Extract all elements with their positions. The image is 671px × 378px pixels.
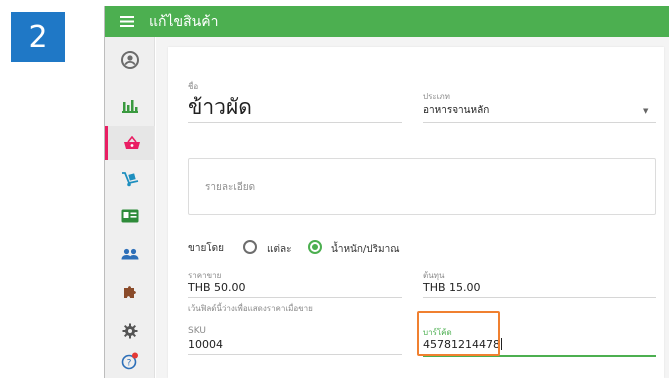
sku-label: SKU (188, 326, 206, 336)
cost-underline (423, 297, 656, 298)
description-field[interactable]: รายละเอียด (188, 158, 656, 215)
id-card-icon (121, 209, 139, 223)
chevron-down-icon[interactable]: ▼ (643, 107, 648, 115)
sell-by-label: ขายโดย (188, 243, 225, 254)
category-label: ประเภท (423, 92, 450, 101)
radio-weight[interactable] (308, 240, 322, 254)
gear-icon (122, 323, 138, 339)
menu-icon[interactable] (105, 6, 149, 37)
cost-field[interactable]: THB 15.00 (423, 281, 481, 294)
puzzle-icon (124, 286, 136, 298)
sidebar-item-products[interactable] (105, 126, 155, 160)
app-screen: แก้ไขสินค้า ? ชื่อ ข้าวผัด ประเภท อาหารจ… (104, 6, 669, 378)
radio-weight-label: น้ำหนัก/ปริมาณ (331, 244, 400, 255)
hand-truck-icon (122, 172, 139, 187)
radio-each[interactable] (243, 240, 257, 254)
svg-text:?: ? (127, 359, 132, 369)
barcode-highlight-box (417, 311, 500, 356)
main-content: ชื่อ ข้าวผัด ประเภท อาหารจานหลัก ▼ รายละ… (156, 37, 669, 378)
basket-icon (123, 136, 140, 149)
price-hint: เว้นฟิลด์นี้ว่างเพื่อแสดงราคาเมื่อขาย (188, 304, 313, 313)
name-field[interactable]: ข้าวผัด (188, 91, 252, 124)
price-field[interactable]: THB 50.00 (188, 281, 246, 294)
sidebar-item-settings[interactable] (105, 314, 155, 348)
sku-underline (188, 354, 402, 355)
sidebar-item-customers[interactable] (105, 237, 155, 271)
page-title: แก้ไขสินค้า (149, 13, 219, 30)
account-circle-icon (121, 51, 139, 69)
help-icon: ? (121, 352, 138, 370)
name-underline (188, 122, 402, 123)
sidebar: ? (105, 37, 155, 378)
step-badge: 2 (11, 12, 65, 62)
app-bar: แก้ไขสินค้า (105, 6, 669, 37)
price-underline (188, 297, 402, 298)
radio-each-label: แต่ละ (267, 244, 292, 255)
sidebar-item-inventory[interactable] (105, 162, 155, 196)
people-icon (121, 248, 139, 260)
text-caret (500, 338, 502, 350)
sku-field[interactable]: 10004 (188, 338, 223, 351)
bar-chart-icon (122, 100, 138, 113)
sidebar-item-employees[interactable] (105, 199, 155, 233)
description-placeholder: รายละเอียด (205, 182, 256, 193)
category-select[interactable]: อาหารจานหลัก (423, 103, 489, 118)
sidebar-item-account[interactable] (105, 43, 155, 77)
product-form-card: ชื่อ ข้าวผัด ประเภท อาหารจานหลัก ▼ รายละ… (168, 47, 664, 378)
sidebar-item-reports[interactable] (105, 89, 155, 123)
sidebar-item-addons[interactable] (105, 275, 155, 309)
sidebar-item-help[interactable]: ? (105, 344, 155, 378)
category-underline (423, 122, 656, 123)
